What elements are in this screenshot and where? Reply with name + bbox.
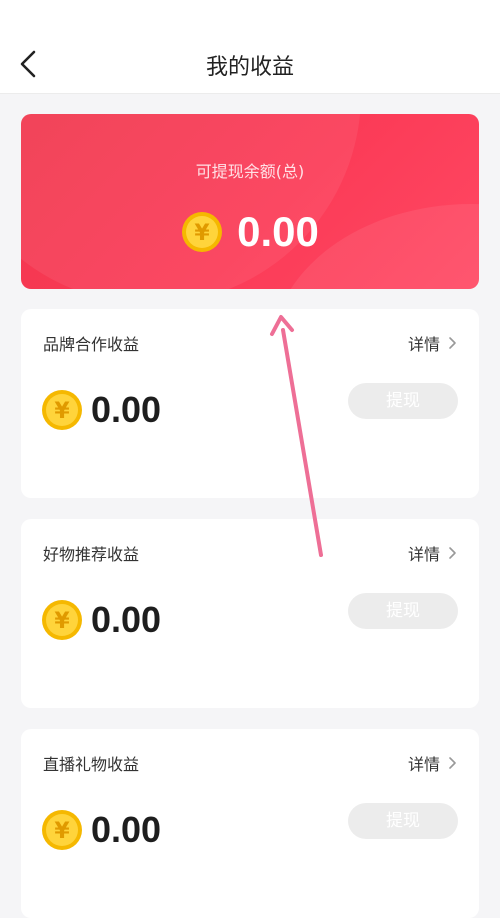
yuan-coin-icon: ¥: [182, 212, 223, 252]
withdraw-button[interactable]: 提现: [348, 803, 458, 839]
total-amount-row: ¥ 0.00: [21, 204, 479, 260]
amount-row: ¥ 0.00: [41, 809, 161, 851]
detail-label: 详情: [407, 755, 440, 774]
chevron-right-icon: [449, 547, 456, 559]
card-title: 好物推荐收益: [43, 545, 140, 564]
detail-label: 详情: [407, 335, 440, 354]
card-title: 品牌合作收益: [43, 335, 140, 354]
detail-label: 详情: [407, 545, 440, 564]
page-title: 我的收益: [205, 55, 294, 80]
svg-text:¥: ¥: [54, 819, 70, 844]
svg-text:¥: ¥: [54, 609, 70, 634]
withdraw-button[interactable]: 提现: [348, 593, 458, 629]
card-decoration: [21, 114, 361, 289]
income-amount: 0.00: [91, 599, 162, 640]
chevron-right-icon: [449, 757, 456, 769]
income-card-brand: 品牌合作收益 详情 ¥ 0.00 提现: [21, 309, 479, 498]
withdraw-button[interactable]: 提现: [348, 383, 458, 419]
total-balance-amount: 0.00: [237, 208, 319, 255]
chevron-right-icon: [449, 337, 456, 349]
amount-row: ¥ 0.00: [41, 599, 161, 641]
amount-row: ¥ 0.00: [41, 389, 161, 431]
svg-text:¥: ¥: [54, 399, 70, 424]
total-balance-label: 可提现余额(总): [195, 162, 305, 181]
detail-link[interactable]: 详情: [408, 331, 457, 355]
yuan-coin-icon: ¥: [42, 390, 82, 430]
income-amount: 0.00: [91, 389, 162, 430]
income-card-recommend: 好物推荐收益 详情 ¥ 0.00 提现: [21, 519, 479, 708]
detail-link[interactable]: 详情: [408, 541, 457, 565]
yuan-coin-icon: ¥: [42, 600, 82, 640]
svg-text:¥: ¥: [194, 221, 210, 246]
detail-link[interactable]: 详情: [408, 751, 457, 775]
total-balance-card: 可提现余额(总) ¥ 0.00: [21, 114, 479, 289]
income-amount: 0.00: [91, 809, 162, 850]
income-card-live-gift: 直播礼物收益 详情 ¥ 0.00 提现: [21, 729, 479, 918]
top-nav-bar: 我的收益: [0, 0, 500, 94]
yuan-coin-icon: ¥: [42, 810, 82, 850]
card-title: 直播礼物收益: [43, 755, 140, 774]
